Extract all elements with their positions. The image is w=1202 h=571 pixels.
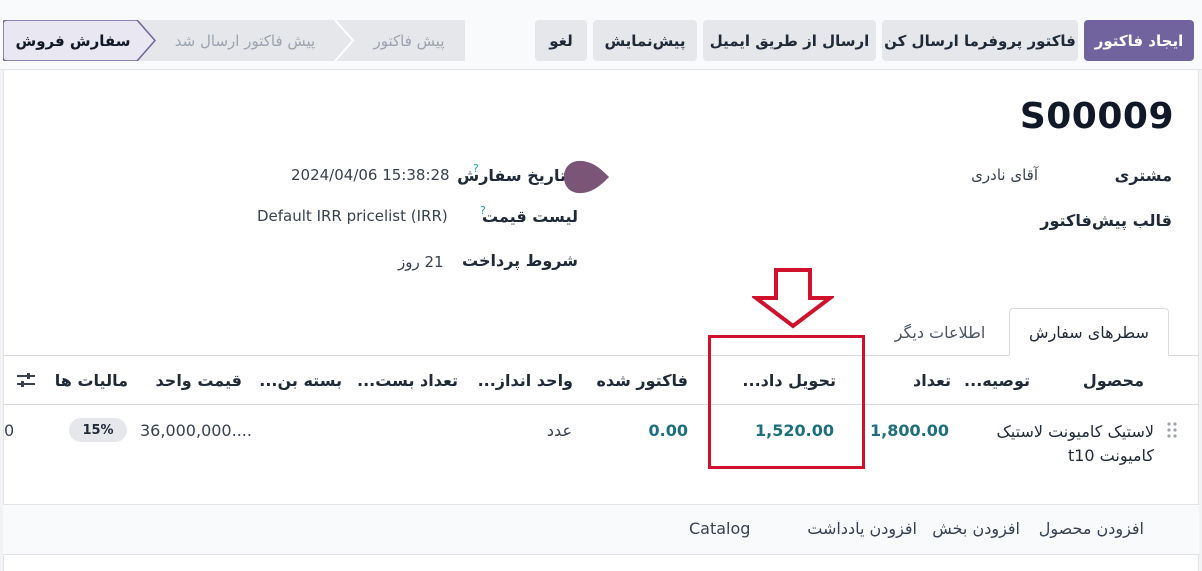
preview-button[interactable]: پیش‌نمایش — [593, 20, 697, 61]
tab-order-lines[interactable]: سطرهای سفارش — [1009, 308, 1169, 356]
column-settings-icon[interactable] — [16, 371, 36, 389]
drag-handle-icon[interactable] — [1165, 421, 1179, 439]
payment-terms-value[interactable]: 21 روز — [398, 253, 444, 271]
order-date-value[interactable]: 2024/04/06 15:38:28 — [291, 166, 450, 184]
send-proforma-button[interactable]: فاکتور پروفرما ارسال کن — [882, 20, 1078, 61]
column-unit-of-measure[interactable]: واحد انداز... — [478, 371, 573, 390]
column-description[interactable]: توصیه... — [964, 371, 1030, 390]
send-by-email-button[interactable]: ارسال از طریق ایمیل — [703, 20, 876, 61]
stage-quotation[interactable]: پیش فاکتور — [353, 20, 465, 61]
cell-unit-of-measure[interactable]: عدد — [547, 421, 572, 440]
column-packaging-quantity[interactable]: تعداد بست... — [357, 371, 458, 390]
column-packaging[interactable]: بسته بن... — [259, 371, 342, 390]
payment-terms-label: شروط پرداخت — [462, 251, 578, 270]
tax-badge[interactable]: 15% — [69, 418, 127, 442]
stage-sales-order[interactable]: سفارش فروش — [9, 20, 137, 61]
table-header-divider — [3, 404, 1199, 405]
cell-product[interactable]: لاستیک کامیونت لاستیک کامیونت t10 — [954, 420, 1154, 468]
cell-subtotal: 0 — [4, 421, 15, 440]
help-icon: ? — [473, 162, 479, 175]
add-note-link[interactable]: افزودن یادداشت — [807, 519, 917, 538]
footer-divider — [3, 554, 1199, 555]
column-quantity[interactable]: تعداد — [913, 371, 951, 390]
annotation-highlight-box — [708, 335, 865, 469]
column-invoiced[interactable]: فاکتور شده — [596, 371, 688, 390]
add-product-link[interactable]: افزودن محصول — [1039, 519, 1144, 538]
help-icon: ? — [480, 204, 486, 217]
add-section-link[interactable]: افزودن بخش — [932, 519, 1020, 538]
annotation-arrow-icon — [752, 268, 834, 329]
tab-other-info[interactable]: اطلاعات دیگر — [878, 308, 1002, 356]
pricelist-value[interactable]: Default IRR pricelist (IRR) — [257, 207, 448, 225]
customer-value[interactable]: آقای نادری — [971, 166, 1038, 184]
cell-invoiced: 0.00 — [648, 421, 688, 440]
status-bar: پیش فاکتور پیش فاکتور ارسال شد سفارش فرو… — [3, 20, 465, 61]
cell-quantity[interactable]: 1,800.00 — [870, 421, 949, 440]
cursor-blob-icon — [564, 160, 609, 194]
catalog-link[interactable]: Catalog — [689, 519, 750, 538]
pricelist-label: لیست قیمت — [482, 207, 578, 226]
customer-label: مشتری — [1114, 166, 1172, 185]
quotation-template-label: قالب پیش‌فاکتور — [1040, 211, 1172, 230]
column-taxes[interactable]: مالیات ها — [55, 371, 128, 390]
stage-quotation-sent[interactable]: پیش فاکتور ارسال شد — [155, 20, 335, 61]
create-invoice-button[interactable]: ایجاد فاکتور — [1084, 20, 1194, 61]
cell-unit-price[interactable]: 36,000,000.... — [140, 421, 252, 440]
cancel-button[interactable]: لغو — [535, 20, 587, 61]
record-name: S00009 — [1019, 96, 1174, 137]
column-product[interactable]: محصول — [1083, 371, 1144, 390]
column-unit-price[interactable]: قیمت واحد — [156, 371, 242, 390]
